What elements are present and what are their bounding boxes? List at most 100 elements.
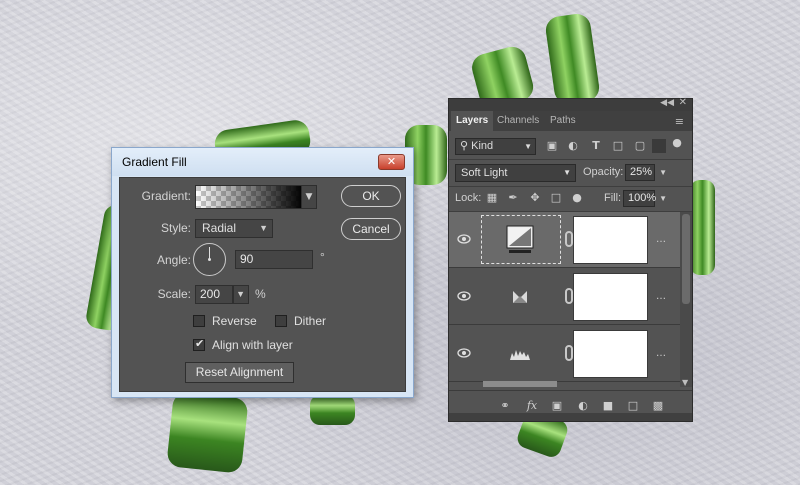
tab-layers[interactable]: Layers xyxy=(451,111,494,131)
link-icon[interactable] xyxy=(565,231,573,247)
gradient-fill-icon xyxy=(506,225,534,253)
chevron-down-icon: ▼ xyxy=(524,142,532,151)
style-select[interactable]: Radial ▼ xyxy=(195,219,273,238)
filter-smart-object-icon[interactable]: ▢ xyxy=(633,139,647,153)
angle-label: Angle: xyxy=(156,253,191,267)
filter-kind-select[interactable]: ⚲ Kind ▼ xyxy=(455,138,536,155)
lock-transparent-pixels-icon[interactable]: ▦ xyxy=(485,191,499,205)
filter-kind-value: Kind xyxy=(471,140,494,152)
layer-mask-thumbnail[interactable] xyxy=(573,216,648,264)
more-icon[interactable]: … xyxy=(656,291,666,302)
lock-position-icon[interactable]: ✥ xyxy=(528,191,542,205)
scale-label: Scale: xyxy=(157,287,191,301)
reverse-checkbox[interactable] xyxy=(193,315,205,327)
opacity-input[interactable]: 25% ▼ xyxy=(625,164,667,181)
layer-row-levels[interactable]: … xyxy=(449,326,680,382)
panel-menu-icon[interactable]: ≡ xyxy=(675,115,684,128)
angle-input[interactable]: 90 xyxy=(235,250,313,269)
ok-button[interactable]: OK xyxy=(341,185,401,207)
chevron-down-icon: ▼ xyxy=(259,223,268,233)
cancel-button[interactable]: Cancel xyxy=(341,218,401,240)
dialog-body: Gradient: ▼ Style: Radial ▼ Angle: 90 ° … xyxy=(119,177,406,392)
layer-row-gradient-map[interactable]: … xyxy=(449,269,680,325)
close-icon: ✕ xyxy=(386,155,397,168)
chevron-down-icon[interactable]: ▼ xyxy=(682,378,688,387)
gradient-map-icon xyxy=(513,291,527,303)
style-label: Style: xyxy=(160,221,191,235)
lock-label: Lock: xyxy=(455,192,482,204)
opacity-value: 25% xyxy=(630,166,653,178)
fill-label: Fill: xyxy=(604,192,622,204)
eye-icon[interactable] xyxy=(457,233,471,245)
fill-input[interactable]: 100% ▼ xyxy=(623,190,667,207)
lock-image-pixels-icon[interactable]: ✒ xyxy=(506,191,520,205)
close-panel-icon[interactable]: ✕ xyxy=(679,97,687,108)
angle-center-dot xyxy=(208,258,211,261)
close-button[interactable]: ✕ xyxy=(378,154,405,170)
angle-wheel[interactable] xyxy=(193,243,226,276)
folder-icon[interactable]: ■ xyxy=(601,399,615,413)
layer-thumbnail[interactable] xyxy=(481,329,561,378)
filter-adjustment-icon[interactable]: ◐ xyxy=(566,139,580,153)
eye-icon[interactable] xyxy=(457,347,471,359)
filter-switch-icon[interactable]: ● xyxy=(670,136,684,150)
layer-row-gradient-fill[interactable]: … xyxy=(449,212,680,268)
fill-value: 100% xyxy=(628,192,657,204)
trash-icon[interactable]: ▩ xyxy=(651,399,665,413)
filter-type-icon[interactable]: T xyxy=(589,139,603,153)
chevron-down-icon: ▼ xyxy=(305,192,313,202)
divider xyxy=(449,159,692,160)
lock-artboard-icon[interactable]: □ xyxy=(549,191,563,205)
adjustment-layer-icon[interactable]: ◐ xyxy=(576,399,590,413)
chevron-down-icon: ▼ xyxy=(236,289,245,299)
blend-mode-value: Soft Light xyxy=(461,167,508,179)
layer-thumbnail[interactable] xyxy=(481,272,561,321)
levels-icon xyxy=(510,350,530,360)
tab-paths[interactable]: Paths xyxy=(545,111,581,131)
align-with-layer-checkbox[interactable] xyxy=(193,337,205,351)
add-mask-icon[interactable]: ▣ xyxy=(550,399,564,413)
layer-mask-thumbnail[interactable] xyxy=(573,330,648,378)
tab-channels[interactable]: Channels xyxy=(492,111,544,131)
gradient-label: Gradient: xyxy=(141,189,191,203)
opacity-label: Opacity: xyxy=(583,166,624,178)
layer-mask-thumbnail[interactable] xyxy=(573,273,648,321)
lock-all-icon[interactable]: ● xyxy=(570,191,584,205)
scrollbar-thumb[interactable] xyxy=(682,214,690,304)
layers-scrollbar[interactable]: ▼ xyxy=(680,212,692,387)
filter-shape-icon[interactable]: □ xyxy=(611,139,625,153)
blend-mode-select[interactable]: Soft Light ▼ xyxy=(455,164,576,182)
gradient-picker-dropdown[interactable]: ▼ xyxy=(302,185,317,209)
link-icon[interactable] xyxy=(565,345,573,361)
dialog-titlebar[interactable]: Gradient Fill ✕ xyxy=(112,148,413,176)
reverse-label: Reverse xyxy=(212,314,257,328)
layers-panel: ◀◀ ✕ Layers Channels Paths ≡ ⚲ Kind ▼ ▣ … xyxy=(448,97,693,422)
dither-checkbox[interactable] xyxy=(275,315,287,327)
panel-tabs: Layers Channels Paths ≡ xyxy=(449,111,692,131)
more-icon[interactable]: … xyxy=(656,234,666,245)
filter-pixel-icon[interactable]: ▣ xyxy=(545,139,559,153)
scale-unit: % xyxy=(255,287,266,301)
fx-icon[interactable]: fx xyxy=(525,399,539,413)
new-layer-icon[interactable]: □ xyxy=(626,399,640,413)
collapse-icon[interactable]: ◀◀ xyxy=(660,98,674,108)
divider xyxy=(449,186,692,187)
scale-input[interactable]: 200 xyxy=(195,285,233,304)
reset-alignment-button[interactable]: Reset Alignment xyxy=(185,362,294,383)
gradient-fill-dialog: Gradient Fill ✕ Gradient: ▼ Style: Radia… xyxy=(111,147,414,398)
panel-header-strip: ◀◀ ✕ xyxy=(449,97,692,111)
angle-unit: ° xyxy=(320,250,325,264)
link-icon[interactable] xyxy=(565,288,573,304)
chevron-down-icon: ▼ xyxy=(563,168,571,177)
link-layers-icon[interactable]: ⚭ xyxy=(498,399,512,413)
more-icon[interactable]: … xyxy=(656,348,666,359)
panel-bottom-bar xyxy=(449,413,692,421)
eye-icon[interactable] xyxy=(457,290,471,302)
dialog-title: Gradient Fill xyxy=(122,155,187,169)
align-with-layer-label: Align with layer xyxy=(212,338,293,352)
scale-dropdown[interactable]: ▼ xyxy=(233,285,249,304)
gradient-preview-swatch[interactable] xyxy=(195,185,302,209)
chevron-down-icon: ▼ xyxy=(659,168,667,177)
filter-toggle-icon[interactable] xyxy=(652,139,666,153)
layer-thumbnail[interactable] xyxy=(481,215,561,264)
